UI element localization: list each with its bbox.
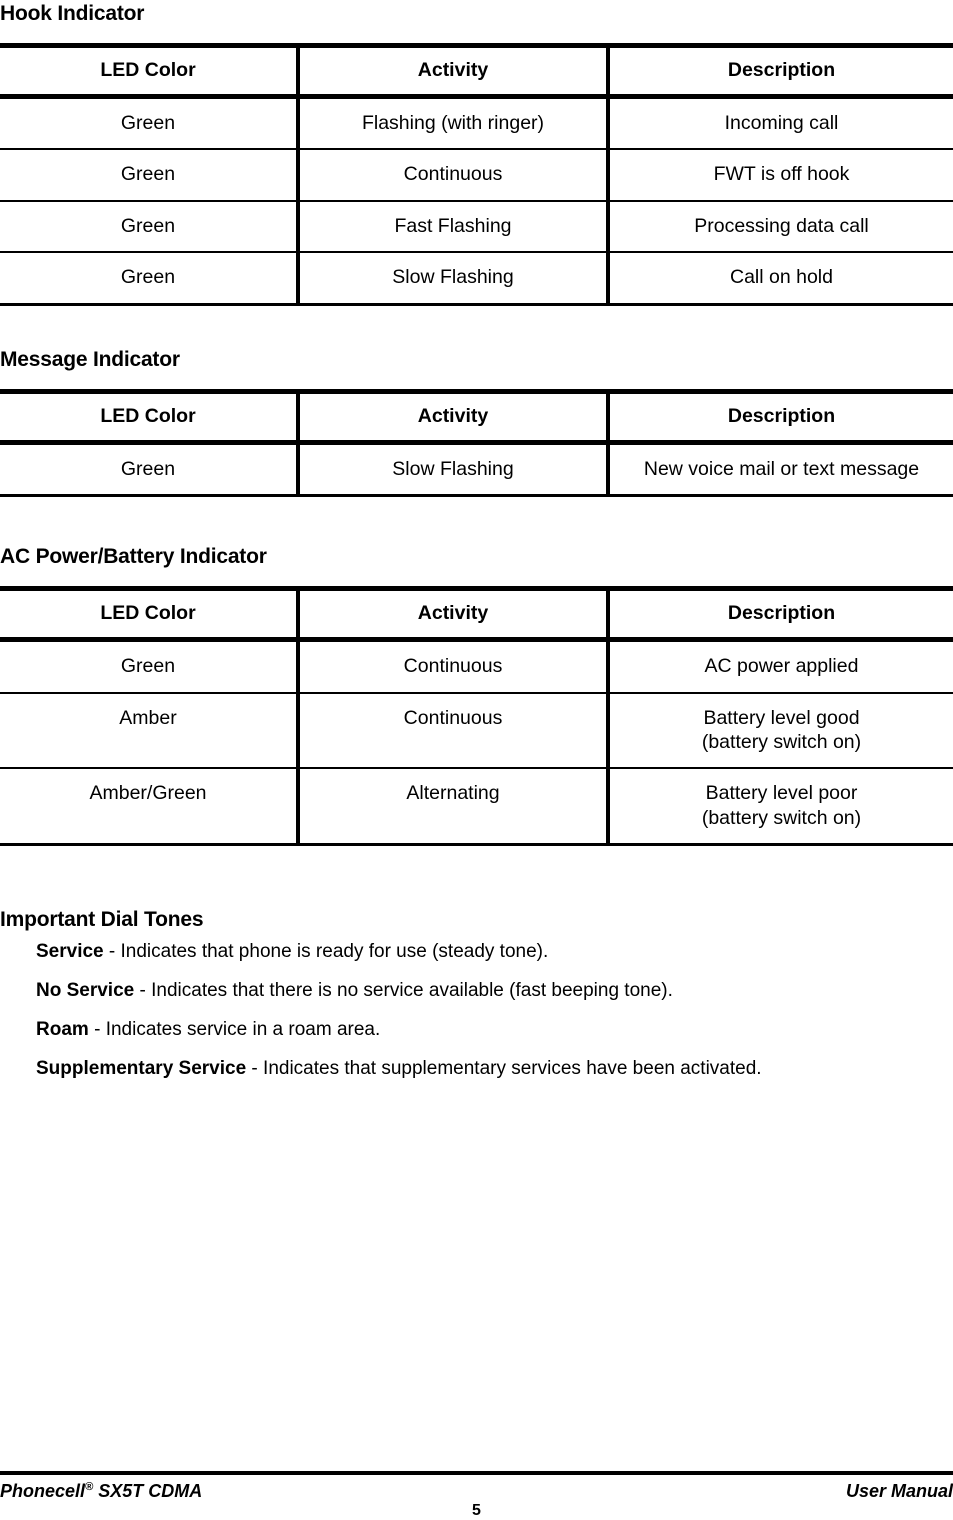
- footer-model-label: SX5T CDMA: [93, 1481, 203, 1501]
- section-heading-ac-power-battery-indicator: AC Power/Battery Indicator: [0, 545, 267, 569]
- table-row: Green Slow Flashing Call on hold: [0, 252, 953, 303]
- dial-tone-term: Roam: [36, 1018, 89, 1040]
- page-footer: Phonecell® SX5T CDMA User Manual 5: [0, 1471, 953, 1519]
- dial-tone-description: Indicates that there is no service avail…: [151, 979, 673, 1001]
- column-header-led-color: LED Color: [0, 586, 300, 643]
- section-heading-important-dial-tones: Important Dial Tones: [0, 908, 204, 932]
- hook-indicator-table: LED Color Activity Description Green Fla…: [0, 43, 953, 303]
- table-row: Green Flashing (with ringer) Incoming ca…: [0, 96, 953, 151]
- column-header-activity: Activity: [298, 43, 610, 100]
- dial-tone-separator: -: [88, 1018, 106, 1040]
- table-row: Green Slow Flashing New voice mail or te…: [0, 442, 953, 495]
- cell-activity: Continuous: [298, 149, 610, 202]
- dial-tone-separator: -: [103, 941, 121, 963]
- cell-activity: Continuous: [298, 692, 610, 770]
- list-item: Service - Indicates that phone is ready …: [0, 941, 953, 964]
- dial-tone-term: Service: [36, 941, 104, 963]
- column-header-led-color: LED Color: [0, 43, 300, 100]
- column-header-activity: Activity: [298, 586, 610, 643]
- cell-activity: Alternating: [298, 768, 610, 844]
- section-heading-hook-indicator: Hook Indicator: [0, 2, 145, 25]
- ac-power-battery-indicator-table: LED Color Activity Description Green Con…: [0, 586, 953, 844]
- table-row: Amber/Green Alternating Battery level po…: [0, 768, 953, 844]
- column-header-description: Description: [608, 388, 953, 445]
- column-header-description: Description: [608, 43, 953, 100]
- cell-led-color: Amber/Green: [0, 768, 300, 844]
- cell-led-color: Green: [0, 639, 300, 694]
- dial-tone-description: Indicates service in a roam area.: [105, 1018, 381, 1040]
- footer-product-label: Phonecell: [0, 1481, 86, 1501]
- dial-tone-term: No Service: [36, 979, 135, 1001]
- table-header-row: LED Color Activity Description: [0, 43, 953, 100]
- column-header-led-color: LED Color: [0, 388, 300, 445]
- list-item: Supplementary Service - Indicates that s…: [0, 1058, 953, 1081]
- cell-led-color: Green: [0, 200, 300, 254]
- cell-description: Battery level good (battery switch on): [608, 692, 953, 770]
- list-item: No Service - Indicates that there is no …: [0, 980, 953, 1003]
- cell-led-color: Amber: [0, 692, 300, 770]
- cell-description: Battery level poor (battery switch on): [701, 782, 862, 829]
- table-row: Green Continuous AC power applied: [0, 639, 953, 694]
- column-header-activity: Activity: [298, 388, 610, 445]
- section-heading-message-indicator: Message Indicator: [0, 347, 180, 371]
- cell-description: Call on hold: [730, 266, 833, 289]
- list-item: Roam - Indicates service in a roam area.: [0, 1019, 953, 1042]
- cell-led-color: Green: [0, 149, 300, 202]
- cell-led-color: Green: [0, 252, 300, 303]
- table-header-row: LED Color Activity Description: [0, 586, 953, 643]
- cell-description: FWT is off hook: [608, 149, 953, 202]
- cell-led-color: Green: [0, 442, 300, 495]
- dial-tones-list: Service - Indicates that phone is ready …: [0, 941, 953, 1080]
- table-row: Green Continuous FWT is off hook: [0, 149, 953, 202]
- manual-page: Hook Indicator LED Color Activity Descri…: [0, 0, 953, 1519]
- column-header-description: Description: [608, 586, 953, 643]
- footer-product-name: Phonecell® SX5T CDMA: [0, 1481, 202, 1502]
- cell-activity: Slow Flashing: [298, 252, 610, 303]
- cell-activity: Slow Flashing: [298, 442, 610, 495]
- message-indicator-table: LED Color Activity Description Green Slo…: [0, 388, 953, 495]
- table-row: Green Fast Flashing Processing data call: [0, 200, 953, 254]
- cell-led-color: Green: [0, 96, 300, 151]
- cell-description: New voice mail or text message: [643, 457, 920, 480]
- cell-description: AC power applied: [608, 639, 953, 694]
- dial-tone-separator: -: [134, 979, 152, 1001]
- footer-page-number: 5: [472, 1502, 481, 1519]
- cell-description: Incoming call: [608, 96, 953, 151]
- dial-tone-description: Indicates that supplementary services ha…: [263, 1057, 762, 1079]
- cell-description: Processing data call: [608, 200, 953, 254]
- dial-tone-description: Indicates that phone is ready for use (s…: [120, 941, 549, 963]
- cell-activity: Flashing (with ringer): [298, 96, 610, 151]
- cell-activity: Continuous: [298, 639, 610, 694]
- table-row: Amber Continuous Battery level good (batt…: [0, 692, 953, 770]
- footer-manual-label: User Manual: [845, 1481, 953, 1501]
- table-header-row: LED Color Activity Description: [0, 388, 953, 445]
- cell-activity: Fast Flashing: [298, 200, 610, 254]
- footer-divider: [0, 1471, 953, 1475]
- dial-tone-term: Supplementary Service: [36, 1057, 247, 1079]
- dial-tone-separator: -: [246, 1057, 264, 1079]
